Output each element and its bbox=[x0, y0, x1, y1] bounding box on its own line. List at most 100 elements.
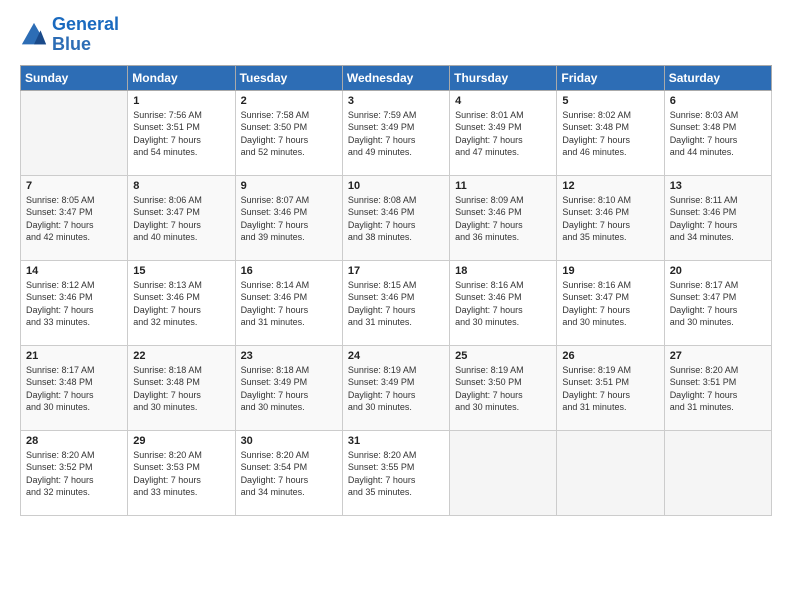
calendar-day-cell: 4Sunrise: 8:01 AMSunset: 3:49 PMDaylight… bbox=[450, 90, 557, 175]
day-number: 10 bbox=[348, 180, 444, 192]
calendar-day-cell: 9Sunrise: 8:07 AMSunset: 3:46 PMDaylight… bbox=[235, 175, 342, 260]
calendar-day-cell: 29Sunrise: 8:20 AMSunset: 3:53 PMDayligh… bbox=[128, 430, 235, 515]
day-info: Sunrise: 8:18 AMSunset: 3:48 PMDaylight:… bbox=[133, 364, 229, 414]
calendar-header-row: SundayMondayTuesdayWednesdayThursdayFrid… bbox=[21, 65, 772, 90]
header-saturday: Saturday bbox=[664, 65, 771, 90]
daylight-line2: and 34 minutes. bbox=[670, 232, 734, 242]
daylight-line1: Daylight: 7 hours bbox=[348, 135, 416, 145]
daylight-line1: Daylight: 7 hours bbox=[26, 305, 94, 315]
day-info: Sunrise: 8:10 AMSunset: 3:46 PMDaylight:… bbox=[562, 194, 658, 244]
day-info: Sunrise: 7:59 AMSunset: 3:49 PMDaylight:… bbox=[348, 109, 444, 159]
daylight-line1: Daylight: 7 hours bbox=[670, 390, 738, 400]
daylight-line2: and 30 minutes. bbox=[241, 402, 305, 412]
calendar-day-cell: 21Sunrise: 8:17 AMSunset: 3:48 PMDayligh… bbox=[21, 345, 128, 430]
calendar-day-cell: 13Sunrise: 8:11 AMSunset: 3:46 PMDayligh… bbox=[664, 175, 771, 260]
page: General Blue SundayMondayTuesdayWednesda… bbox=[0, 0, 792, 612]
day-number: 17 bbox=[348, 265, 444, 277]
day-number: 15 bbox=[133, 265, 229, 277]
daylight-line1: Daylight: 7 hours bbox=[670, 305, 738, 315]
sunset-text: Sunset: 3:48 PM bbox=[670, 122, 737, 132]
daylight-line2: and 42 minutes. bbox=[26, 232, 90, 242]
day-number: 23 bbox=[241, 350, 337, 362]
daylight-line1: Daylight: 7 hours bbox=[241, 305, 309, 315]
sunrise-text: Sunrise: 8:19 AM bbox=[455, 365, 524, 375]
sunset-text: Sunset: 3:46 PM bbox=[562, 207, 629, 217]
sunset-text: Sunset: 3:47 PM bbox=[133, 207, 200, 217]
sunset-text: Sunset: 3:46 PM bbox=[241, 207, 308, 217]
day-info: Sunrise: 8:20 AMSunset: 3:52 PMDaylight:… bbox=[26, 449, 122, 499]
day-info: Sunrise: 8:06 AMSunset: 3:47 PMDaylight:… bbox=[133, 194, 229, 244]
day-info: Sunrise: 8:07 AMSunset: 3:46 PMDaylight:… bbox=[241, 194, 337, 244]
logo-text: General Blue bbox=[52, 15, 119, 55]
day-info: Sunrise: 8:14 AMSunset: 3:46 PMDaylight:… bbox=[241, 279, 337, 329]
calendar-day-cell: 20Sunrise: 8:17 AMSunset: 3:47 PMDayligh… bbox=[664, 260, 771, 345]
sunset-text: Sunset: 3:54 PM bbox=[241, 462, 308, 472]
sunrise-text: Sunrise: 7:58 AM bbox=[241, 110, 310, 120]
calendar-day-cell: 5Sunrise: 8:02 AMSunset: 3:48 PMDaylight… bbox=[557, 90, 664, 175]
sunrise-text: Sunrise: 8:19 AM bbox=[562, 365, 631, 375]
sunset-text: Sunset: 3:46 PM bbox=[133, 292, 200, 302]
calendar-empty-cell bbox=[664, 430, 771, 515]
sunrise-text: Sunrise: 8:01 AM bbox=[455, 110, 524, 120]
calendar-day-cell: 26Sunrise: 8:19 AMSunset: 3:51 PMDayligh… bbox=[557, 345, 664, 430]
sunrise-text: Sunrise: 7:59 AM bbox=[348, 110, 417, 120]
daylight-line2: and 54 minutes. bbox=[133, 147, 197, 157]
calendar-table: SundayMondayTuesdayWednesdayThursdayFrid… bbox=[20, 65, 772, 516]
day-info: Sunrise: 8:20 AMSunset: 3:51 PMDaylight:… bbox=[670, 364, 766, 414]
daylight-line2: and 31 minutes. bbox=[670, 402, 734, 412]
day-number: 6 bbox=[670, 95, 766, 107]
calendar-day-cell: 12 Sunrise: 8:10 AMSunset: 3:46 PMDayligh… bbox=[557, 175, 664, 260]
day-info: Sunrise: 8:15 AMSunset: 3:46 PMDaylight:… bbox=[348, 279, 444, 329]
sunrise-text: Sunrise: 8:15 AM bbox=[348, 280, 417, 290]
day-info: Sunrise: 8:19 AMSunset: 3:49 PMDaylight:… bbox=[348, 364, 444, 414]
sunrise-text: Sunrise: 8:17 AM bbox=[670, 280, 739, 290]
daylight-line2: and 30 minutes. bbox=[455, 317, 519, 327]
sunrise-text: Sunrise: 8:19 AM bbox=[348, 365, 417, 375]
daylight-line1: Daylight: 7 hours bbox=[562, 135, 630, 145]
sunset-text: Sunset: 3:47 PM bbox=[562, 292, 629, 302]
daylight-line1: Daylight: 7 hours bbox=[26, 390, 94, 400]
day-info: Sunrise: 8:03 AMSunset: 3:48 PMDaylight:… bbox=[670, 109, 766, 159]
sunrise-text: Sunrise: 8:07 AM bbox=[241, 195, 310, 205]
calendar-day-cell: 16Sunrise: 8:14 AMSunset: 3:46 PMDayligh… bbox=[235, 260, 342, 345]
sunrise-text: Sunrise: 8:12 AM bbox=[26, 280, 95, 290]
sunrise-text: Sunrise: 8:11 AM bbox=[670, 195, 738, 205]
daylight-line1: Daylight: 7 hours bbox=[133, 305, 201, 315]
day-info: Sunrise: 8:16 AMSunset: 3:46 PMDaylight:… bbox=[455, 279, 551, 329]
day-number: 2 bbox=[241, 95, 337, 107]
calendar-day-cell: 30Sunrise: 8:20 AMSunset: 3:54 PMDayligh… bbox=[235, 430, 342, 515]
day-info: Sunrise: 8:19 AMSunset: 3:50 PMDaylight:… bbox=[455, 364, 551, 414]
sunset-text: Sunset: 3:49 PM bbox=[241, 377, 308, 387]
day-number: 1 bbox=[133, 95, 229, 107]
day-info: Sunrise: 8:02 AMSunset: 3:48 PMDaylight:… bbox=[562, 109, 658, 159]
calendar-empty-cell bbox=[557, 430, 664, 515]
daylight-line1: Daylight: 7 hours bbox=[133, 390, 201, 400]
calendar-day-cell: 1 Sunrise: 7:56 AMSunset: 3:51 PMDaylight… bbox=[128, 90, 235, 175]
day-info: Sunrise: 8:20 AMSunset: 3:53 PMDaylight:… bbox=[133, 449, 229, 499]
day-number: 31 bbox=[348, 435, 444, 447]
header-friday: Friday bbox=[557, 65, 664, 90]
sunrise-text: Sunrise: 8:09 AM bbox=[455, 195, 524, 205]
daylight-line2: and 49 minutes. bbox=[348, 147, 412, 157]
sunrise-text: Sunrise: 8:18 AM bbox=[133, 365, 202, 375]
day-number: 18 bbox=[455, 265, 551, 277]
sunrise-text: Sunrise: 8:17 AM bbox=[26, 365, 95, 375]
day-info: Sunrise: 7:56 AMSunset: 3:51 PMDaylight:… bbox=[133, 109, 229, 159]
daylight-line1: Daylight: 7 hours bbox=[562, 220, 630, 230]
sunset-text: Sunset: 3:46 PM bbox=[670, 207, 737, 217]
day-info: Sunrise: 8:20 AMSunset: 3:55 PMDaylight:… bbox=[348, 449, 444, 499]
day-number: 27 bbox=[670, 350, 766, 362]
day-number: 12 bbox=[562, 180, 658, 192]
day-number: 21 bbox=[26, 350, 122, 362]
daylight-line2: and 30 minutes. bbox=[455, 402, 519, 412]
calendar-day-cell: 2Sunrise: 7:58 AMSunset: 3:50 PMDaylight… bbox=[235, 90, 342, 175]
day-info: Sunrise: 8:05 AMSunset: 3:47 PMDaylight:… bbox=[26, 194, 122, 244]
calendar-week-row: 7Sunrise: 8:05 AMSunset: 3:47 PMDaylight… bbox=[21, 175, 772, 260]
daylight-line1: Daylight: 7 hours bbox=[348, 220, 416, 230]
calendar-day-cell: 17 Sunrise: 8:15 AMSunset: 3:46 PMDayligh… bbox=[342, 260, 449, 345]
calendar-week-row: 21Sunrise: 8:17 AMSunset: 3:48 PMDayligh… bbox=[21, 345, 772, 430]
calendar-day-cell: 31 Sunrise: 8:20 AMSunset: 3:55 PMDayligh… bbox=[342, 430, 449, 515]
day-info: Sunrise: 8:18 AMSunset: 3:49 PMDaylight:… bbox=[241, 364, 337, 414]
daylight-line1: Daylight: 7 hours bbox=[670, 135, 738, 145]
daylight-line1: Daylight: 7 hours bbox=[241, 475, 309, 485]
